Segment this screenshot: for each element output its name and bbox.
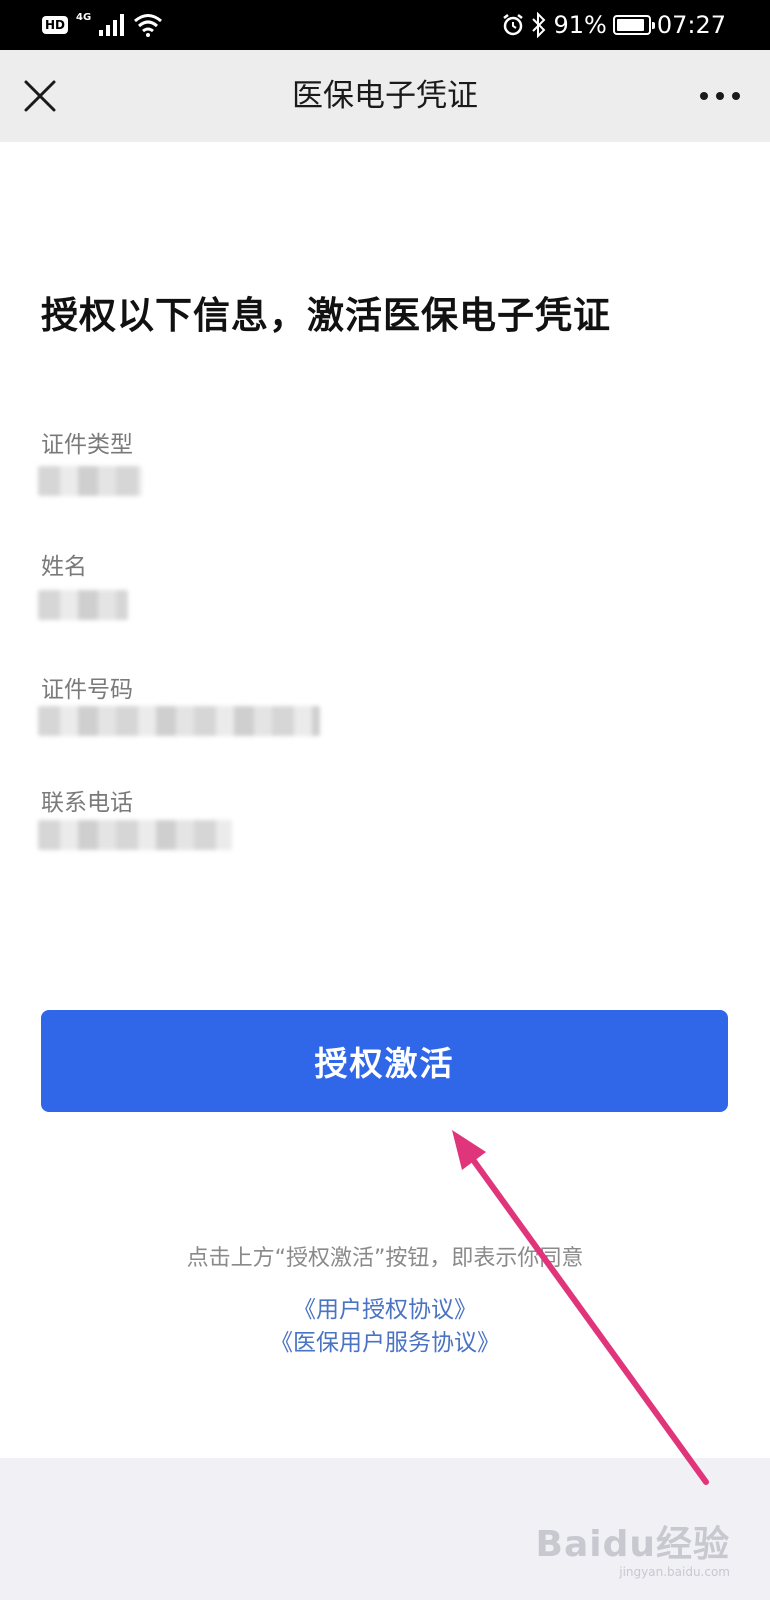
- nav-bar: 医保电子凭证: [0, 50, 770, 142]
- field-label-id-type: 证件类型: [41, 432, 133, 458]
- masked-value-phone: [38, 820, 232, 850]
- battery-fill: [616, 19, 644, 31]
- alarm-icon: [503, 14, 524, 36]
- bluetooth-icon: [532, 12, 546, 38]
- wifi-icon: [134, 14, 163, 37]
- field-label-id-number: 证件号码: [41, 677, 133, 703]
- more-dot: [700, 92, 708, 100]
- field-label-name: 姓名: [41, 554, 87, 580]
- medical-insurance-service-agreement-link[interactable]: 《医保用户服务协议》: [0, 1323, 770, 1357]
- watermark-main: Baidu经验: [535, 1524, 730, 1565]
- network-label: 4G: [76, 12, 92, 23]
- field-label-phone: 联系电话: [41, 790, 133, 816]
- battery-icon: [612, 15, 655, 35]
- status-bar: HD 4G 91% 07:27: [0, 0, 770, 50]
- page-title: 医保电子凭证: [292, 78, 478, 114]
- authorize-activate-button[interactable]: 授权激活: [41, 1010, 728, 1112]
- authorize-heading: 授权以下信息，激活医保电子凭证: [41, 294, 611, 337]
- masked-value-name: [38, 590, 128, 620]
- hd-badge: HD: [42, 16, 69, 34]
- signal-icon: [99, 14, 125, 36]
- status-left: HD 4G: [42, 11, 163, 39]
- masked-value-id-type: [38, 466, 142, 496]
- masked-value-id-number: [38, 706, 320, 736]
- user-authorization-agreement-link[interactable]: 《用户授权协议》: [0, 1290, 770, 1324]
- status-time: 07:27: [656, 11, 726, 39]
- watermark: Baidu经验 jingyan.baidu.com: [536, 1515, 730, 1585]
- more-icon[interactable]: [700, 88, 740, 104]
- more-dot: [716, 92, 724, 100]
- watermark-sub: jingyan.baidu.com: [619, 1565, 730, 1579]
- more-dot: [732, 92, 740, 100]
- status-right: 91% 07:27: [501, 9, 726, 41]
- battery-percent: 91%: [553, 11, 607, 39]
- agreement-text: 点击上方“授权激活”按钮，即表示你同意: [186, 1246, 584, 1271]
